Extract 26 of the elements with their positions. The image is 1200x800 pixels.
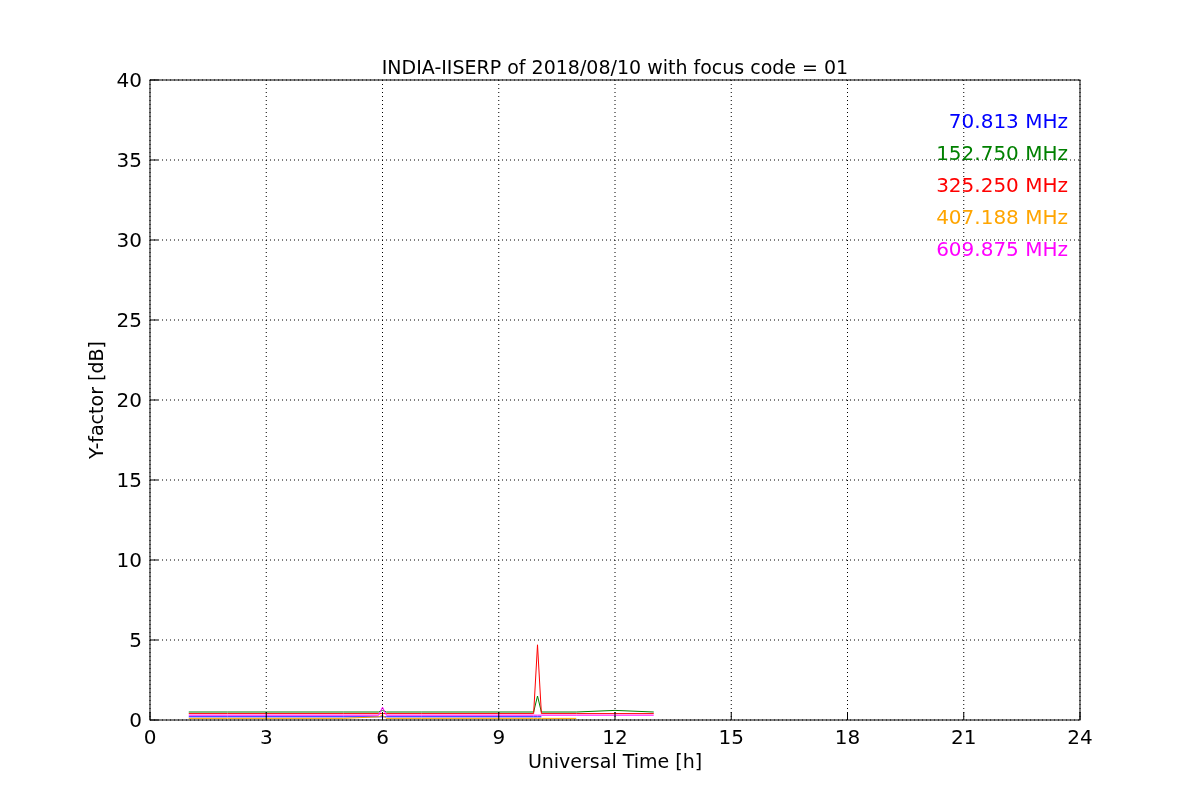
x-tick-label: 9 [492,725,506,749]
y-axis-label: Y-factor [dB] [85,341,107,459]
legend-label: 325.250 MHz [936,173,1068,197]
x-tick-label: 18 [834,725,861,749]
x-tick-label: 15 [718,725,744,749]
x-tick-label: 6 [376,725,389,749]
chart-title: INDIA-IISERP of 2018/08/10 with focus code = 01 [381,56,849,78]
x-tick-label: 3 [259,725,273,749]
x-tick-label: 0 [143,725,157,749]
legend-label: 152.750 MHz [936,141,1068,165]
y-tick-label: 10 [116,548,142,572]
y-tick-label: 25 [116,308,142,332]
legend-label: 609.875 MHz [936,237,1068,261]
x-tick-label: 21 [951,725,977,749]
y-tick-label: 35 [116,148,142,172]
x-tick-label: 12 [602,725,628,749]
y-tick-label: 5 [129,628,142,652]
y-tick-label: 15 [116,468,142,492]
y-tick-label: 40 [116,68,142,92]
y-tick-label: 0 [129,708,142,732]
x-axis-label: Universal Time [h] [527,750,703,772]
y-tick-label: 20 [116,388,142,412]
y-tick-label: 30 [116,228,142,252]
legend-label: 407.188 MHz [936,205,1068,229]
x-tick-label: 24 [1067,725,1093,749]
legend-label: 70.813 MHz [948,109,1068,133]
